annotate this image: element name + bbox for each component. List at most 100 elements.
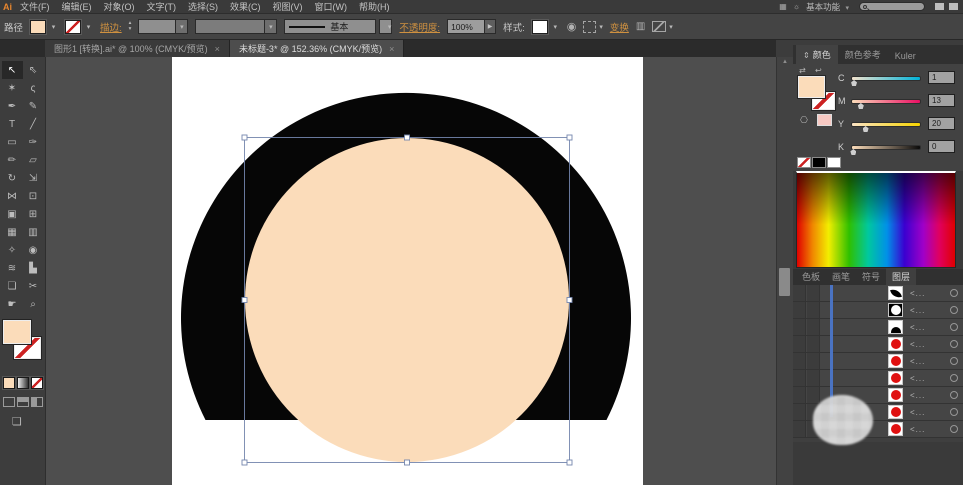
zoom-tool[interactable]: ⌕ (23, 295, 44, 313)
layer-target-icon[interactable] (950, 289, 958, 297)
panel-fill-swatch[interactable] (798, 76, 825, 98)
window-restore-button[interactable] (949, 3, 958, 10)
width-tool[interactable]: ⋈ (2, 187, 23, 205)
artboard-tool[interactable]: ❏ (2, 277, 23, 295)
draw-behind-icon[interactable] (17, 397, 29, 407)
document-tab-1[interactable]: 图形1 [转换].ai* @ 100% (CMYK/预览) × (45, 40, 230, 57)
scrollbar-thumb[interactable] (779, 268, 790, 296)
tab-brushes[interactable]: 画笔 (826, 268, 856, 285)
visibility-cell[interactable] (793, 404, 806, 420)
white-swatch[interactable] (827, 157, 841, 168)
mesh-tool[interactable]: ▦ (2, 223, 23, 241)
tab-swatches[interactable]: 色板 (796, 268, 826, 285)
chevron-down-icon[interactable]: ▾ (49, 23, 58, 31)
lock-cell[interactable] (807, 336, 820, 352)
visibility-cell[interactable] (793, 353, 806, 369)
direct-selection-tool[interactable]: ⇖ (23, 61, 44, 79)
line-segment-tool[interactable]: ╱ (23, 115, 44, 133)
layer-name[interactable]: <... (910, 391, 925, 400)
lock-cell[interactable] (807, 319, 820, 335)
menu-select[interactable]: 选择(S) (188, 0, 218, 13)
menu-type[interactable]: 文字(T) (147, 0, 177, 13)
style-swatch[interactable] (532, 20, 548, 34)
pen-tool[interactable]: ✒ (2, 97, 23, 115)
visibility-cell[interactable] (793, 319, 806, 335)
layer-name[interactable]: <... (910, 408, 925, 417)
menu-edit[interactable]: 编辑(E) (62, 0, 92, 13)
slider-knob[interactable] (851, 80, 857, 86)
draw-normal-icon[interactable] (3, 397, 15, 407)
visibility-cell[interactable] (793, 285, 806, 301)
search-input[interactable] (859, 2, 925, 11)
canvas-vertical-scrollbar[interactable]: ▲ (776, 57, 793, 485)
select-similar-icon[interactable] (583, 21, 596, 33)
lock-cell[interactable] (807, 353, 820, 369)
layer-name[interactable]: <... (910, 289, 925, 298)
tab-symbols[interactable]: 符号 (856, 268, 886, 285)
close-icon[interactable]: × (389, 44, 394, 54)
gradient-tool[interactable]: ▥ (23, 223, 44, 241)
fill-color-swatch[interactable] (30, 20, 46, 34)
scroll-up-icon[interactable]: ▲ (777, 59, 793, 65)
menu-view[interactable]: 视图(V) (273, 0, 303, 13)
eraser-tool[interactable]: ▱ (23, 151, 44, 169)
tab-layers[interactable]: 图层 (886, 268, 916, 285)
selection-handle[interactable] (567, 460, 572, 465)
selection-handle[interactable] (405, 135, 410, 140)
layer-name[interactable]: <... (910, 374, 925, 383)
layer-target-icon[interactable] (950, 374, 958, 382)
opacity-value-field[interactable]: 100% (447, 19, 485, 34)
selection-handle[interactable] (567, 135, 572, 140)
tab-color[interactable]: ⇕颜色 (796, 45, 838, 64)
eyedropper-tool[interactable]: ✧ (2, 241, 23, 259)
window-minimize-button[interactable] (935, 3, 944, 10)
layer-row[interactable]: <... (793, 336, 963, 353)
slice-tool[interactable]: ✂ (23, 277, 44, 295)
rectangle-tool[interactable]: ▭ (2, 133, 23, 151)
opacity-dropdown-button[interactable]: ▶ (485, 19, 496, 34)
black-swatch[interactable] (812, 157, 826, 168)
layer-target-icon[interactable] (950, 323, 958, 331)
visibility-cell[interactable] (793, 302, 806, 318)
layer-row[interactable]: <... (793, 319, 963, 336)
layer-name[interactable]: <... (910, 323, 925, 332)
scale-tool[interactable]: ⇲ (23, 169, 44, 187)
color-spectrum-ramp[interactable] (796, 171, 956, 268)
cyan-value-field[interactable]: 1 (928, 71, 955, 84)
close-icon[interactable]: × (215, 44, 220, 54)
toolbar-fill-swatch[interactable] (3, 320, 31, 344)
blend-tool[interactable]: ◉ (23, 241, 44, 259)
gradient-button[interactable] (17, 377, 29, 389)
canvas-area[interactable] (46, 57, 776, 485)
isolate-selected-icon[interactable] (652, 21, 666, 32)
magenta-slider[interactable] (851, 99, 921, 104)
arrange-documents-icon[interactable]: ▦ (779, 2, 787, 11)
menu-effect[interactable]: 效果(C) (230, 0, 261, 13)
pencil-tool[interactable]: ✏ (2, 151, 23, 169)
yellow-slider[interactable] (851, 122, 921, 127)
layer-target-icon[interactable] (950, 391, 958, 399)
chevron-down-icon[interactable]: ▾ (669, 23, 673, 31)
change-screen-mode-icon[interactable]: ❏ (12, 415, 22, 428)
layer-target-icon[interactable] (950, 425, 958, 433)
stroke-color-swatch[interactable] (65, 20, 81, 34)
selection-handle[interactable] (405, 460, 410, 465)
hand-tool[interactable]: ☛ (2, 295, 23, 313)
column-graph-tool[interactable]: ▙ (23, 259, 44, 277)
layer-target-icon[interactable] (950, 340, 958, 348)
layer-row[interactable]: <... (793, 370, 963, 387)
tab-color-guide[interactable]: 颜色参考 (838, 45, 888, 64)
menu-object[interactable]: 对象(O) (104, 0, 135, 13)
stroke-link[interactable]: 描边: (100, 20, 122, 34)
none-button[interactable] (31, 377, 43, 389)
layer-row[interactable]: <... (793, 387, 963, 404)
visibility-cell[interactable] (793, 336, 806, 352)
layer-target-icon[interactable] (950, 357, 958, 365)
symbol-sprayer-tool[interactable]: ≋ (2, 259, 23, 277)
tab-kuler[interactable]: Kuler (888, 48, 923, 64)
screen-mode-icon[interactable]: ☼ (793, 2, 800, 11)
black-slider[interactable] (851, 145, 921, 150)
menu-file[interactable]: 文件(F) (20, 0, 50, 13)
layer-name[interactable]: <... (910, 425, 925, 434)
cyan-slider[interactable] (851, 76, 921, 81)
